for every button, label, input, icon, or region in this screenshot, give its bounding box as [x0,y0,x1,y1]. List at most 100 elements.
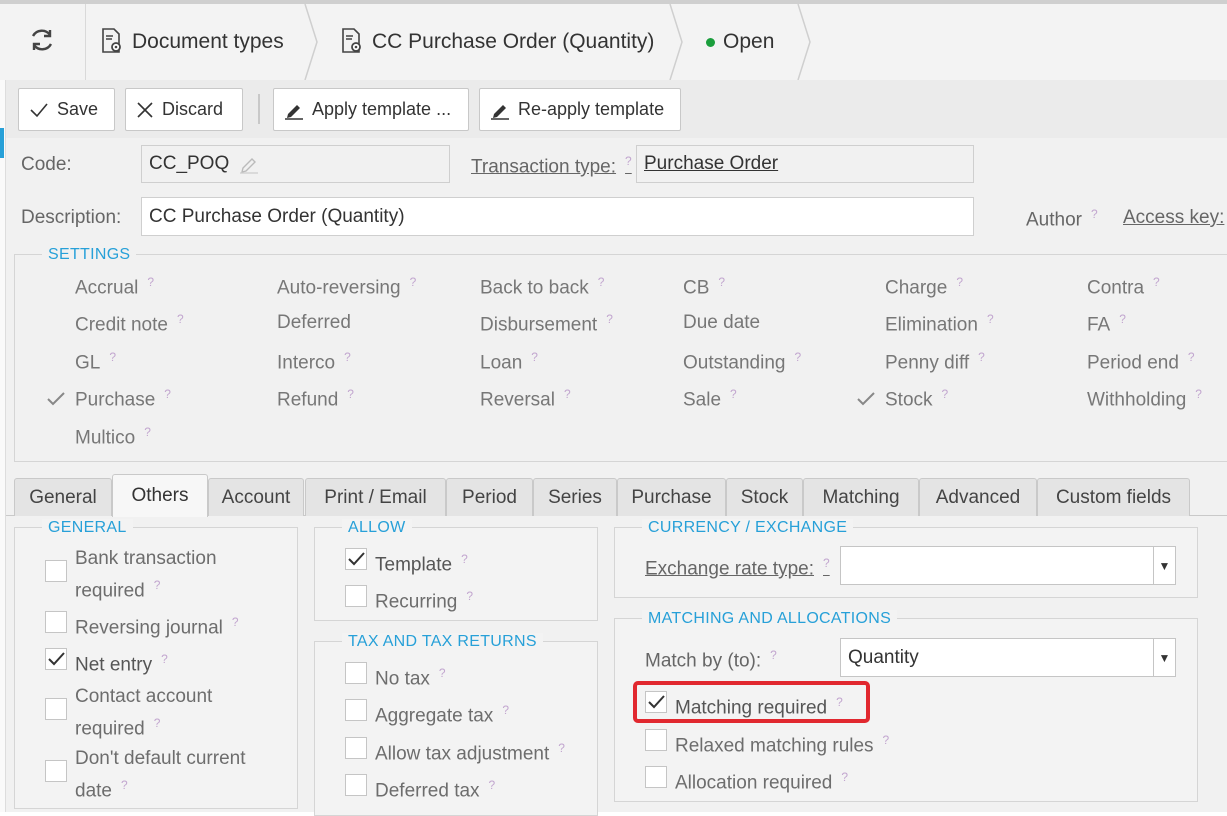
tax-aggregate-tax-checkbox[interactable] [345,699,367,721]
setting-interco[interactable]: Interco? [277,350,351,374]
exchange-rate-type-label[interactable]: Exchange rate type:? [645,556,830,580]
general-contact-account-label[interactable]: Contact account required? [75,684,212,742]
help-icon[interactable]: ? [598,275,605,289]
help-icon[interactable]: ? [1119,312,1126,326]
matching-relaxed-matching-rules-checkbox[interactable] [645,729,667,751]
setting-back-to-back[interactable]: Back to back? [480,275,604,299]
tab-general[interactable]: General [14,478,112,516]
tax-deferred-tax-checkbox[interactable] [345,774,367,796]
help-icon[interactable]: ? [531,350,538,364]
setting-disbursement[interactable]: Disbursement? [480,312,613,336]
help-icon[interactable]: ? [794,350,801,364]
help-icon[interactable]: ? [144,425,151,439]
setting-due-date[interactable]: Due date [683,312,760,334]
setting-auto-reversing[interactable]: Auto-reversing? [277,275,416,299]
setting-stock[interactable]: Stock? [857,387,948,411]
match-by-select[interactable]: Quantity ▼ [840,638,1176,677]
help-icon[interactable]: ? [109,350,116,364]
tab-advanced[interactable]: Advanced [919,478,1037,516]
setting-refund[interactable]: Refund? [277,387,354,411]
general-don-t-default-current-label[interactable]: Don't default current date? [75,746,246,804]
help-icon[interactable]: ? [718,275,725,289]
matching-allocation-required-checkbox[interactable] [645,766,667,788]
edit-pencil-icon[interactable] [239,154,259,174]
general-bank-transaction-label[interactable]: Bank transaction required? [75,546,217,604]
setting-fa[interactable]: FA? [1087,312,1126,336]
allow-template-checkbox[interactable] [345,548,367,570]
allow-template-label[interactable]: Template? [375,546,468,578]
tab-period[interactable]: Period [446,478,533,516]
setting-charge[interactable]: Charge? [885,275,963,299]
tax-allow-tax-adjustment-label[interactable]: Allow tax adjustment? [375,735,565,767]
setting-sale[interactable]: Sale? [683,387,737,411]
help-icon[interactable]: ? [461,552,468,566]
setting-multico[interactable]: Multico? [75,425,151,449]
setting-period-end[interactable]: Period end? [1087,350,1195,374]
help-icon[interactable]: ? [956,275,963,289]
dropdown-arrow-icon[interactable]: ▼ [1153,547,1175,584]
tax-no-tax-label[interactable]: No tax? [375,660,446,692]
help-icon[interactable]: ? [987,312,994,326]
help-icon[interactable]: ? [147,275,154,289]
setting-elimination[interactable]: Elimination? [885,312,994,336]
matching-relaxed-matching-rules-label[interactable]: Relaxed matching rules? [675,727,889,759]
tax-aggregate-tax-label[interactable]: Aggregate tax? [375,697,509,729]
setting-reversal[interactable]: Reversal? [480,387,571,411]
help-icon[interactable]: ? [154,716,161,730]
tax-allow-tax-adjustment-checkbox[interactable] [345,737,367,759]
setting-purchase[interactable]: Purchase? [47,387,171,411]
help-icon[interactable]: ? [161,652,168,666]
setting-loan[interactable]: Loan? [480,350,538,374]
help-icon[interactable]: ? [344,350,351,364]
apply-template-button[interactable]: Apply template ... [273,88,469,131]
help-icon[interactable]: ? [347,387,354,401]
matching-allocation-required-label[interactable]: Allocation required? [675,764,848,796]
tab-account[interactable]: Account [208,478,304,516]
matching-matching-required-label[interactable]: Matching required? [675,689,843,721]
allow-recurring-checkbox[interactable] [345,585,367,607]
description-input[interactable]: CC Purchase Order (Quantity) [141,197,974,236]
tab-matching[interactable]: Matching [803,478,919,516]
setting-withholding[interactable]: Withholding? [1087,387,1202,411]
tab-purchase[interactable]: Purchase [617,478,726,516]
tax-no-tax-checkbox[interactable] [345,662,367,684]
discard-button[interactable]: Discard [125,88,243,131]
help-icon[interactable]: ? [121,778,128,792]
help-icon[interactable]: ? [410,275,417,289]
help-icon[interactable]: ? [1153,275,1160,289]
help-icon[interactable]: ? [730,387,737,401]
help-icon[interactable]: ? [836,695,843,709]
breadcrumb-item-status[interactable]: Open [706,4,774,80]
setting-contra[interactable]: Contra? [1087,275,1160,299]
setting-credit-note[interactable]: Credit note? [75,312,184,336]
help-icon[interactable]: ? [606,312,613,326]
breadcrumb-item-document-types[interactable]: Document types [100,4,284,80]
transaction-type-label[interactable]: Transaction type:? [471,154,632,178]
help-icon[interactable]: ? [1188,350,1195,364]
allow-recurring-label[interactable]: Recurring? [375,583,473,615]
help-icon[interactable]: ? [1195,387,1202,401]
help-icon[interactable]: ? [164,387,171,401]
help-icon[interactable]: ? [502,703,509,717]
save-button[interactable]: Save [18,88,115,131]
help-icon[interactable]: ? [883,733,890,747]
tab-print-email[interactable]: Print / Email [305,478,446,516]
help-icon[interactable]: ? [489,778,496,792]
help-icon[interactable]: ? [564,387,571,401]
setting-penny-diff[interactable]: Penny diff? [885,350,985,374]
setting-gl[interactable]: GL? [75,350,116,374]
access-key-link[interactable]: Access key: [1123,207,1224,229]
help-icon[interactable]: ? [558,741,565,755]
tab-others[interactable]: Others [112,474,208,517]
breadcrumb-item-document[interactable]: CC Purchase Order (Quantity) [340,4,654,80]
help-icon[interactable]: ? [177,312,184,326]
help-icon[interactable]: ? [841,770,848,784]
general-net-entry-checkbox[interactable] [45,648,67,670]
tab-stock[interactable]: Stock [726,478,803,516]
tab-custom-fields[interactable]: Custom fields [1037,478,1190,516]
general-reversing-journal-checkbox[interactable] [45,611,67,633]
help-icon[interactable]: ? [978,350,985,364]
reapply-template-button[interactable]: Re-apply template [479,88,681,131]
setting-deferred[interactable]: Deferred [277,312,351,334]
general-don-t-default-current-checkbox[interactable] [45,760,67,782]
